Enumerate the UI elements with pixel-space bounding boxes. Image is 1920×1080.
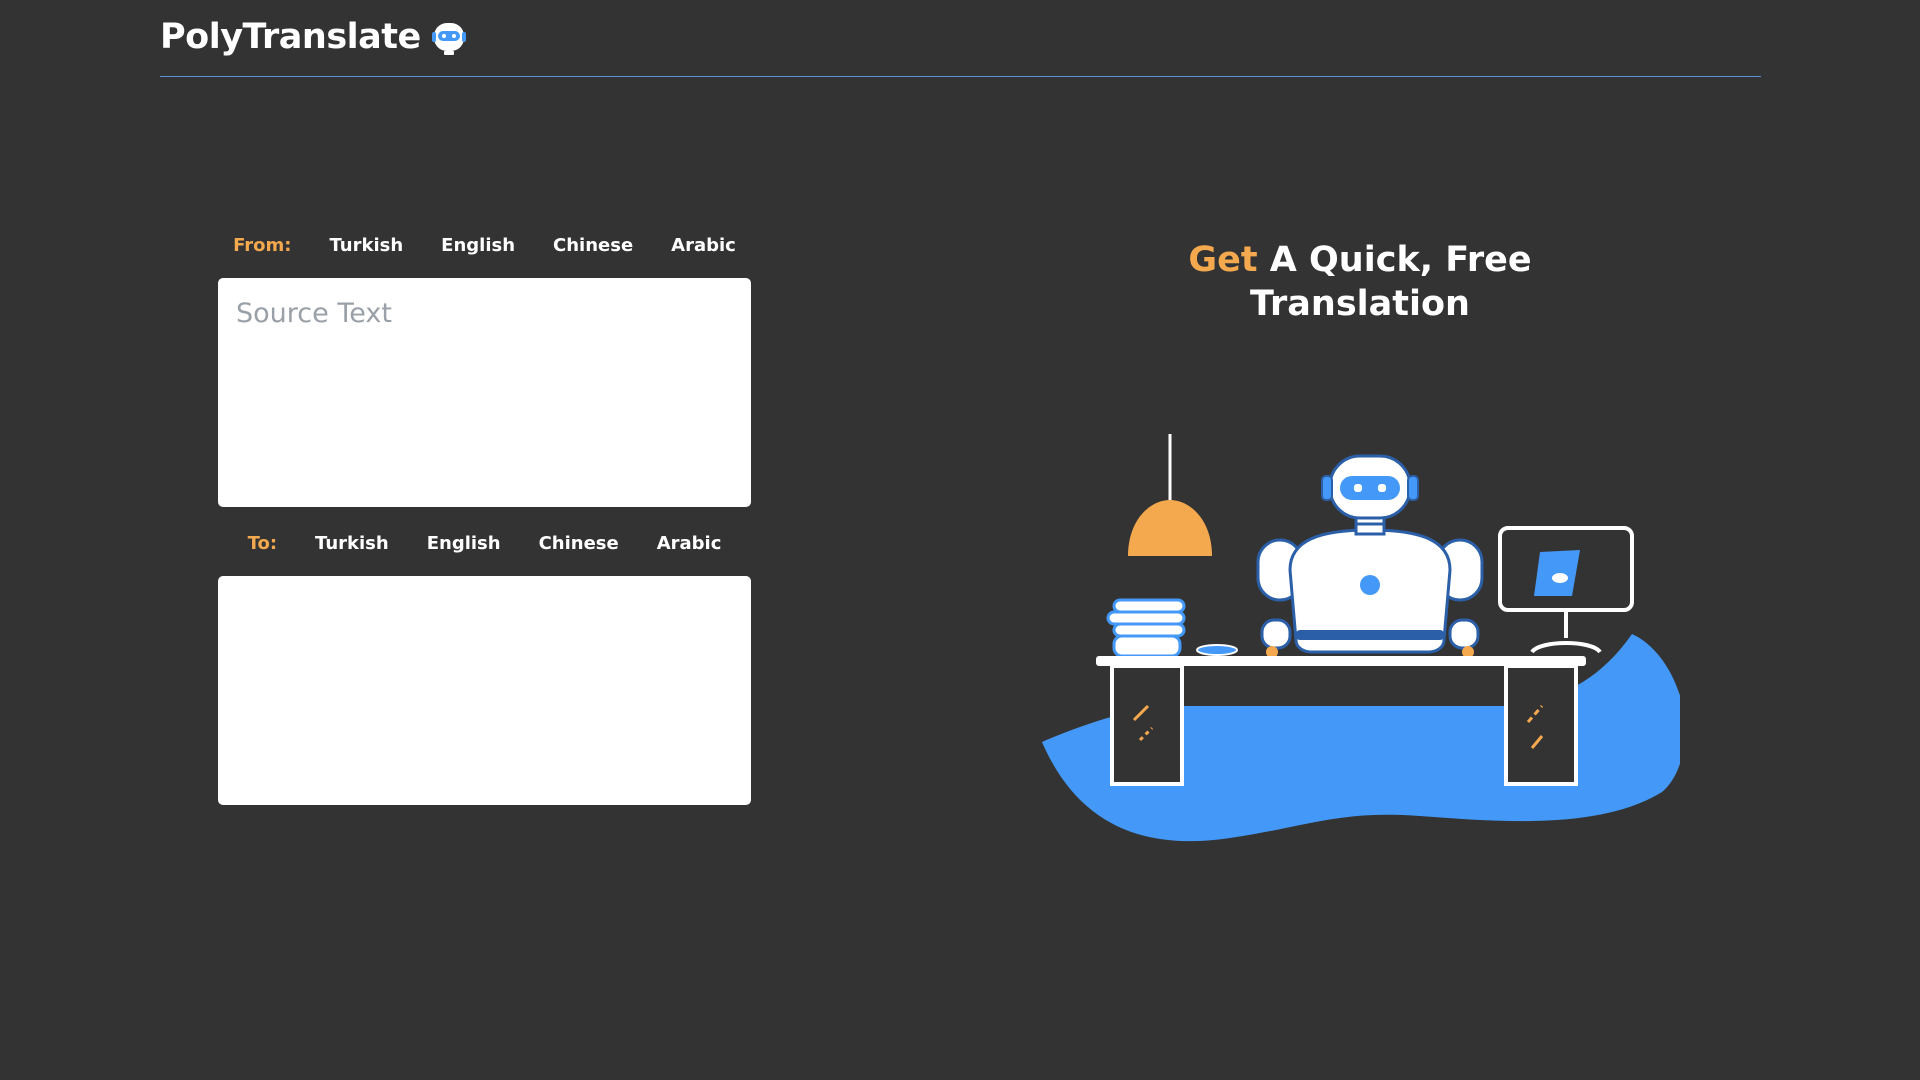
- source-lang-arabic[interactable]: Arabic: [652, 235, 755, 256]
- hero-title-accent: Get: [1188, 240, 1258, 280]
- target-lang-chinese[interactable]: Chinese: [520, 533, 638, 554]
- brand[interactable]: PolyTranslate: [160, 17, 467, 57]
- hero-title-line2: Translation: [1250, 284, 1470, 324]
- brand-name[interactable]: PolyTranslate: [160, 17, 421, 57]
- lamp: [1128, 434, 1212, 556]
- source-lang-english[interactable]: English: [422, 235, 534, 256]
- target-lang-english[interactable]: English: [408, 533, 520, 554]
- header: PolyTranslate: [160, 0, 1761, 77]
- to-label: To:: [247, 532, 278, 554]
- source-lang-turkish[interactable]: Turkish: [310, 235, 422, 256]
- from-label: From:: [233, 234, 292, 256]
- hero-title-line1: A Quick, Free: [1269, 240, 1532, 280]
- book-stack: [1106, 598, 1186, 658]
- target-language-selector: To: Turkish English Chinese Arabic: [218, 523, 751, 563]
- source-panel: From: Turkish English Chinese Arabic: [218, 225, 751, 507]
- target-lang-arabic[interactable]: Arabic: [638, 533, 741, 554]
- robot: [1256, 454, 1484, 658]
- target-lang-turkish[interactable]: Turkish: [296, 533, 408, 554]
- hero-title: Get A Quick, Free Translation: [1000, 238, 1720, 326]
- source-lang-chinese[interactable]: Chinese: [534, 235, 652, 256]
- robot-head-icon: [431, 23, 466, 55]
- robot-at-desk-illustration: [1042, 434, 1680, 842]
- source-text-input[interactable]: [218, 278, 751, 507]
- translation-output[interactable]: [218, 576, 751, 805]
- target-panel: To: Turkish English Chinese Arabic: [218, 523, 751, 805]
- mouse-pad: [1196, 644, 1238, 656]
- source-language-selector: From: Turkish English Chinese Arabic: [218, 225, 751, 265]
- monitor: [1498, 526, 1634, 654]
